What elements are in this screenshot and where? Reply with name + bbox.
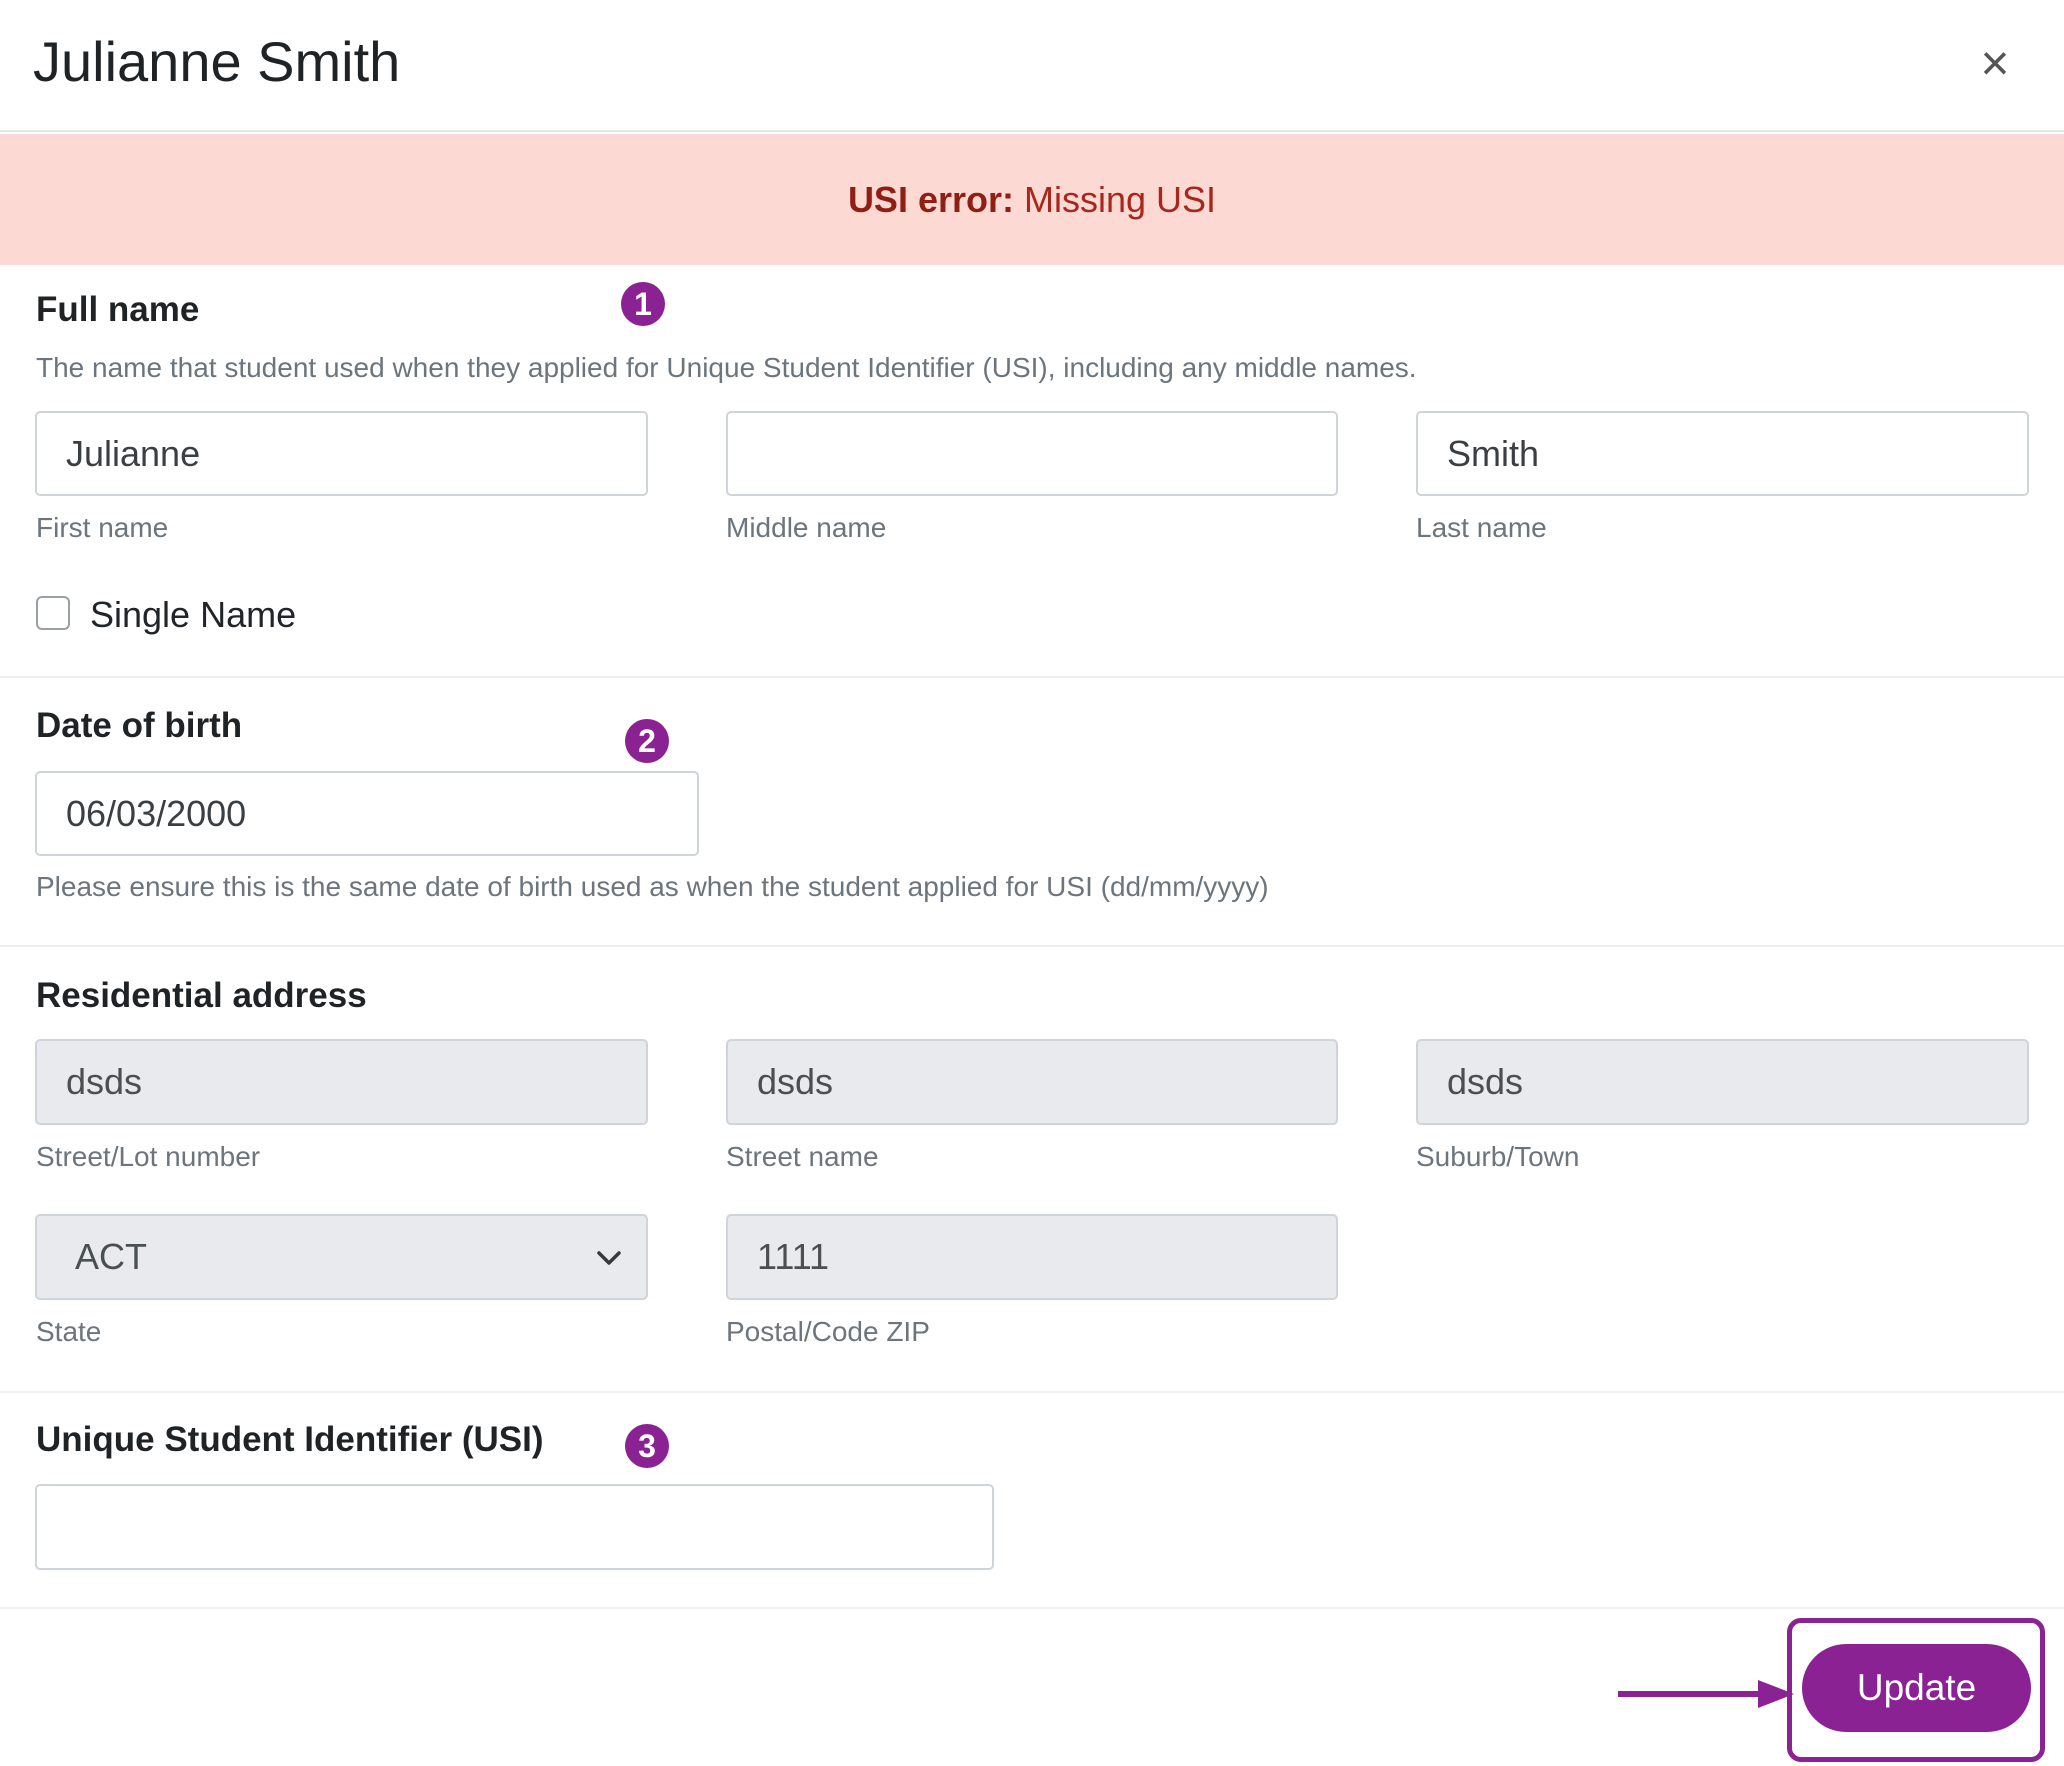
dob-help: Please ensure this is the same date of b… xyxy=(36,871,1269,902)
suburb-input[interactable] xyxy=(1416,1039,2029,1125)
update-button[interactable]: Update xyxy=(1802,1644,2031,1732)
last-name-label: Last name xyxy=(1416,512,1547,543)
last-name-input[interactable] xyxy=(1416,411,2029,496)
student-details-modal: Julianne Smith × USI error: Missing USI … xyxy=(0,0,2064,1766)
modal-title: Julianne Smith xyxy=(33,30,401,93)
chevron-down-icon xyxy=(597,1251,621,1265)
street-name-label: Street name xyxy=(726,1141,879,1172)
state-selected-value: ACT xyxy=(75,1236,147,1277)
step-badge-2: 2 xyxy=(625,719,669,763)
single-name-checkbox[interactable] xyxy=(36,596,70,630)
arrow-right-icon xyxy=(1618,1680,1794,1708)
section-divider xyxy=(0,676,2064,678)
suburb-label: Suburb/Town xyxy=(1416,1141,1580,1172)
single-name-label: Single Name xyxy=(90,594,297,635)
section-divider xyxy=(0,945,2064,947)
usi-error-banner: USI error: Missing USI xyxy=(0,134,2064,265)
step-badge-3: 3 xyxy=(625,1424,669,1468)
close-button[interactable]: × xyxy=(1968,36,2022,90)
first-name-input[interactable] xyxy=(35,411,648,496)
postcode-label: Postal/Code ZIP xyxy=(726,1316,930,1347)
state-select[interactable]: ACT xyxy=(35,1214,648,1300)
dob-heading: Date of birth xyxy=(36,706,243,745)
usi-input[interactable] xyxy=(35,1484,994,1570)
street-number-input[interactable] xyxy=(35,1039,648,1125)
dob-input[interactable] xyxy=(35,771,699,856)
street-number-label: Street/Lot number xyxy=(36,1141,261,1172)
middle-name-input[interactable] xyxy=(726,411,1338,496)
footer-divider xyxy=(0,1607,2064,1609)
usi-heading: Unique Student Identifier (USI) xyxy=(36,1420,544,1459)
error-label: USI error: xyxy=(847,179,1014,220)
first-name-label: First name xyxy=(36,512,169,543)
modal-header: Julianne Smith × xyxy=(0,0,2064,132)
address-heading: Residential address xyxy=(36,976,367,1015)
error-message: Missing USI xyxy=(1024,179,1217,220)
state-label: State xyxy=(36,1316,102,1347)
middle-name-label: Middle name xyxy=(726,512,887,543)
full-name-heading: Full name xyxy=(36,290,200,329)
section-divider xyxy=(0,1391,2064,1393)
street-name-input[interactable] xyxy=(726,1039,1338,1125)
close-icon: × xyxy=(1980,35,2010,91)
full-name-help: The name that student used when they app… xyxy=(36,352,1417,383)
step-badge-1: 1 xyxy=(621,282,665,326)
postcode-input[interactable] xyxy=(726,1214,1338,1300)
